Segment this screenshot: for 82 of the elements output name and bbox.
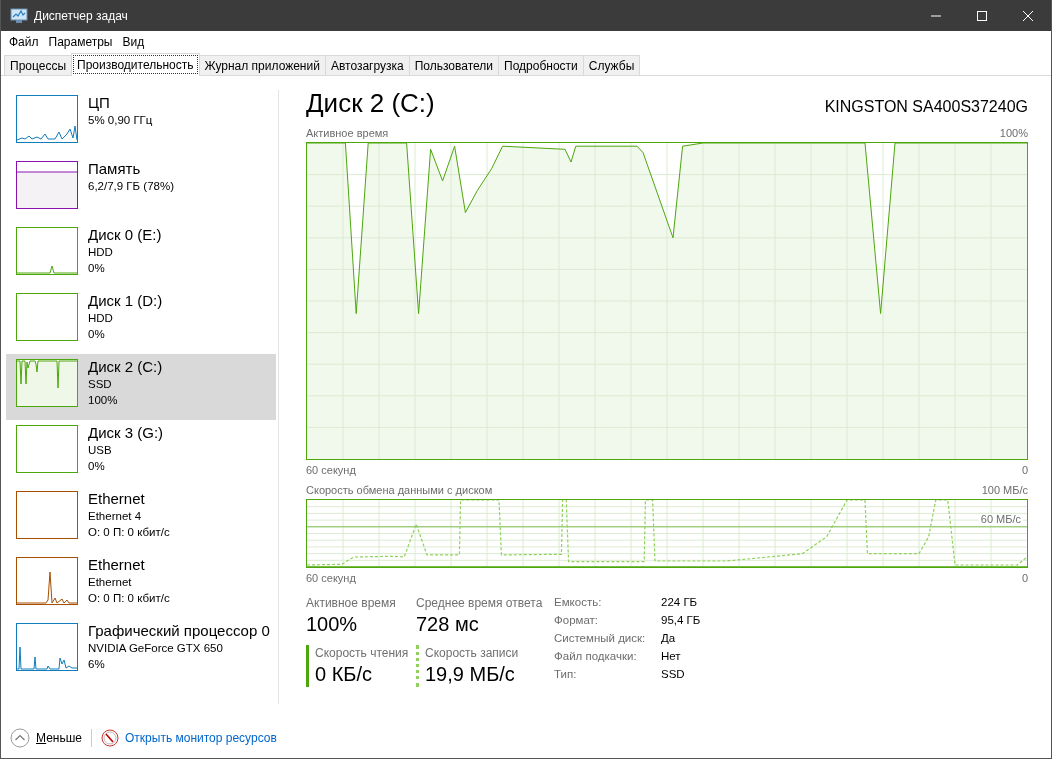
stat-label: Активное время xyxy=(306,595,397,611)
legend-line xyxy=(306,645,309,687)
sidebar-item-title: Графический процессор 0 xyxy=(88,621,270,640)
sidebar-item-detail: USB xyxy=(88,443,113,458)
time-label: 0 xyxy=(1021,463,1028,477)
property-value: Нет xyxy=(661,649,682,664)
stat-value: 728 мс xyxy=(416,612,480,637)
stat-value: 100% xyxy=(306,612,359,637)
property-value: 224 ГБ xyxy=(661,595,699,610)
scale-label: 60 МБ/с xyxy=(978,513,1023,525)
sidebar-item-detail: О: 0 П: 0 кбит/с xyxy=(88,591,170,606)
tab[interactable]: Производительность xyxy=(71,53,200,76)
sidebar-item[interactable]: Диск 0 (E:) HDD 0% xyxy=(6,222,276,288)
sidebar-item-title: Диск 2 (C:) xyxy=(88,357,163,376)
property-value: Да xyxy=(661,631,677,646)
sidebar-item[interactable]: Диск 1 (D:) HDD 0% xyxy=(6,288,276,354)
sidebar-item-detail: NVIDIA GeForce GTX 650 xyxy=(88,641,224,656)
sidebar-item-title: ЦП xyxy=(88,93,111,112)
sidebar-item-detail: 6% xyxy=(88,657,106,672)
sidebar-item[interactable]: Графический процессор 0 NVIDIA GeForce GTX 650 6% xyxy=(6,618,276,684)
property-label: Формат: xyxy=(554,613,600,628)
sidebar-item-detail: 100% xyxy=(88,393,119,408)
property-value: 95,4 ГБ xyxy=(661,613,701,628)
time-label: 60 секунд xyxy=(306,463,356,477)
sidebar-item-detail: 0% xyxy=(88,459,106,474)
stat-value: 0 КБ/с xyxy=(315,662,373,687)
disk-model: KINGSTON SA400S37240G xyxy=(824,98,1028,116)
maximize-icon xyxy=(977,10,987,21)
tab[interactable]: Процессы xyxy=(4,55,72,75)
stat-label: Скорость записи xyxy=(425,645,519,661)
stat-label: Среднее время ответа xyxy=(416,595,544,611)
time-label: 0 xyxy=(1021,571,1028,585)
stat-value: 19,9 МБ/с xyxy=(425,662,516,687)
property-label: Файл подкачки: xyxy=(554,649,638,664)
tab[interactable]: Журнал приложений xyxy=(198,55,326,75)
time-label: 60 секунд xyxy=(306,571,356,585)
property-value: SSD xyxy=(661,667,686,682)
sidebar-item-detail: SSD xyxy=(88,377,113,392)
disk-title: Диск 2 (C:) xyxy=(306,87,435,120)
sidebar-item[interactable]: Диск 3 (G:) USB 0% xyxy=(6,420,276,486)
sidebar-item-title: Диск 0 (E:) xyxy=(88,225,162,244)
close-icon xyxy=(1023,10,1033,21)
sidebar-item-detail: Ethernet 4 xyxy=(88,509,143,524)
resource-monitor-link[interactable]: Открыть монитор ресурсов xyxy=(125,731,277,745)
sidebar-item[interactable]: Память 6,2/7,9 ГБ (78%) xyxy=(6,156,276,222)
sidebar-item-title: Память xyxy=(88,159,142,178)
sidebar-item-detail: HDD xyxy=(88,311,114,326)
sidebar-item-detail: HDD xyxy=(88,245,114,260)
fewer-details-button[interactable]: Меньше xyxy=(36,731,82,745)
sidebar-item[interactable]: ЦП 5% 0,90 ГГц xyxy=(6,90,276,156)
property-label: Емкость: xyxy=(554,595,603,610)
sidebar-item-detail: 0% xyxy=(88,261,106,276)
sidebar-item[interactable]: Ethernet Ethernet О: 0 П: 0 кбит/с xyxy=(6,552,276,618)
sidebar-item-title: Ethernet xyxy=(88,489,146,508)
collapse-icon[interactable] xyxy=(10,728,30,748)
stat-label: Скорость чтения xyxy=(315,645,409,661)
legend-line xyxy=(416,645,419,687)
sidebar-item-detail: 6,2/7,9 ГБ (78%) xyxy=(88,179,174,194)
scale-label: 100 МБ/с xyxy=(981,483,1028,497)
app-icon xyxy=(10,7,28,24)
sidebar-item-title: Диск 1 (D:) xyxy=(88,291,163,310)
sidebar-item-title: Ethernet xyxy=(88,555,146,574)
sidebar-item-detail: О: 0 П: 0 кбит/с xyxy=(88,525,170,540)
sidebar-item-detail: 5% 0,90 ГГц xyxy=(88,113,153,128)
menu-item[interactable]: Параметры xyxy=(43,32,118,51)
scale-label: 100% xyxy=(999,126,1028,140)
graph-title: Активное время xyxy=(306,126,389,140)
property-label: Тип: xyxy=(554,667,578,682)
sidebar-item-detail: 0% xyxy=(88,327,106,342)
sidebar-item-title: Диск 3 (G:) xyxy=(88,423,164,442)
menu-item[interactable]: Вид xyxy=(117,32,150,51)
menu-item[interactable]: Файл xyxy=(4,32,44,51)
sidebar-item[interactable]: Диск 2 (C:) SSD 100% xyxy=(6,354,276,420)
graph-title: Скорость обмена данными с диском xyxy=(306,483,493,497)
window-title: Диспетчер задач xyxy=(34,8,128,23)
sidebar-item[interactable]: Ethernet Ethernet 4 О: 0 П: 0 кбит/с xyxy=(6,486,276,552)
tab[interactable]: Подробности xyxy=(498,55,584,75)
sidebar-item-detail: Ethernet xyxy=(88,575,133,590)
tab[interactable]: Службы xyxy=(582,55,641,75)
property-label: Системный диск: xyxy=(554,631,647,646)
tab[interactable]: Пользователи xyxy=(408,55,500,75)
tab[interactable]: Автозагрузка xyxy=(324,55,410,75)
